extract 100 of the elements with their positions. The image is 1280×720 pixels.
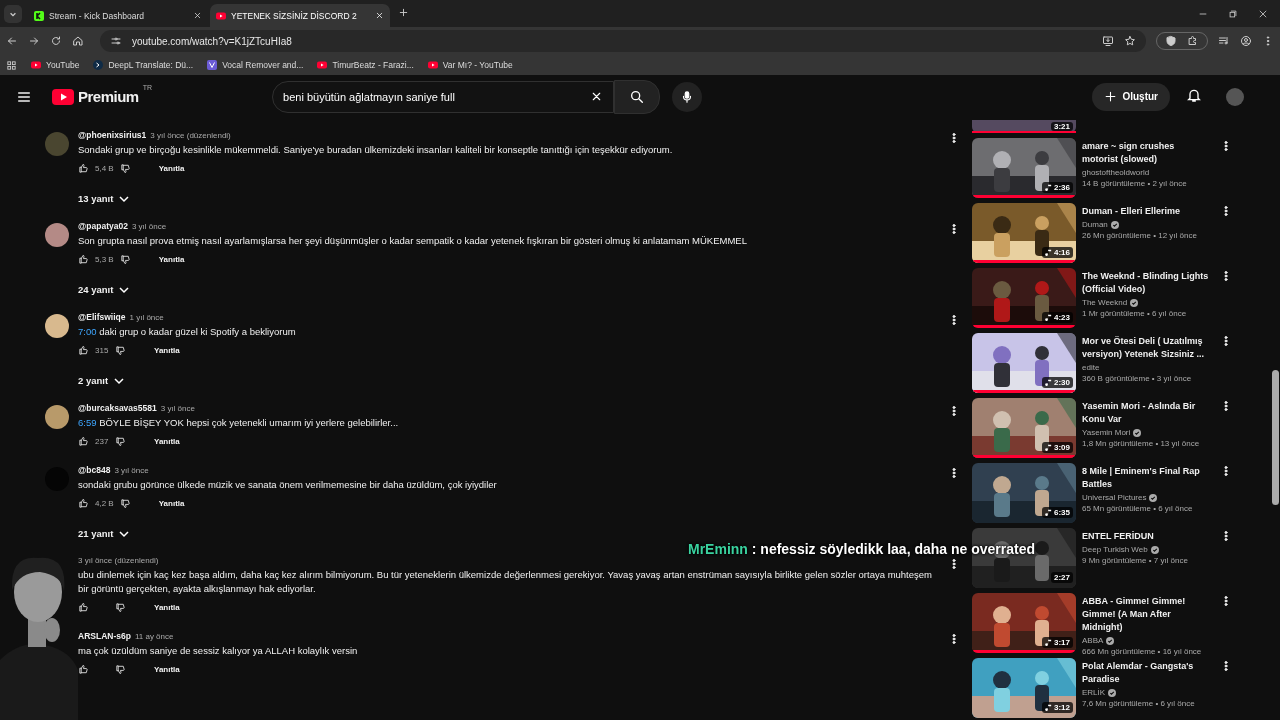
back-icon[interactable] <box>6 35 18 47</box>
like-count: 315 <box>95 346 109 355</box>
search-button[interactable] <box>614 79 661 114</box>
voice-search-button[interactable] <box>672 81 703 112</box>
replies-toggle[interactable]: 24 yanıt <box>78 284 130 295</box>
channel-name[interactable]: Universal Pictures <box>1082 493 1147 502</box>
close-icon[interactable] <box>1258 9 1268 19</box>
profile-icon[interactable] <box>1240 35 1252 47</box>
search-icon[interactable] <box>629 88 646 105</box>
like-icon[interactable] <box>78 436 89 447</box>
chevron-icon <box>119 529 130 538</box>
dislike-icon[interactable] <box>115 664 126 675</box>
create-button[interactable]: Oluştur <box>1092 82 1170 111</box>
forward-icon[interactable] <box>28 35 40 47</box>
video-title[interactable]: ABBA - Gimme! Gimme! Gimme! (A Man After Midnight) <box>1082 595 1212 634</box>
comment-author[interactable]: ARSLAN-s6p <box>78 631 131 641</box>
reload-icon[interactable] <box>50 35 62 47</box>
reply-button[interactable]: Yanıtla <box>150 435 184 448</box>
dislike-icon[interactable] <box>115 602 126 613</box>
shield-icon[interactable] <box>1165 35 1177 47</box>
video-title[interactable]: Duman - Elleri Ellerime <box>1082 205 1212 218</box>
channel-name[interactable]: Duman <box>1082 220 1108 229</box>
puzzle-icon[interactable] <box>1187 35 1199 47</box>
video-title[interactable]: Polat Alemdar - Gangsta's Paradise <box>1082 660 1212 686</box>
comment-author[interactable]: @burcaksavas5581 <box>78 403 157 413</box>
video-thumbnail[interactable]: 3:21 <box>972 120 1076 133</box>
comment-time[interactable]: 3 yıl önce <box>114 466 149 475</box>
comment-author[interactable]: @Elifswiiqe <box>78 312 126 322</box>
video-title[interactable]: Yasemin Mori - Aslında Bir Konu Var <box>1082 400 1212 426</box>
apps-icon[interactable] <box>6 59 17 71</box>
replies-toggle[interactable]: 2 yanıt <box>78 375 125 386</box>
comment-author[interactable]: @bc848 <box>78 465 111 475</box>
site-settings-icon[interactable] <box>110 35 122 47</box>
channel-name[interactable]: edite <box>1082 363 1100 372</box>
install-icon[interactable] <box>1102 35 1114 47</box>
video-title[interactable]: amare ~ sign crushes motorist (slowed) <box>1082 140 1212 166</box>
channel-name[interactable]: ABBA <box>1082 636 1104 645</box>
dislike-icon[interactable] <box>115 436 126 447</box>
browser-tab[interactable]: Stream - Kick Dashboard <box>28 4 208 27</box>
play-logo-icon[interactable] <box>52 88 74 105</box>
like-icon[interactable] <box>78 345 89 356</box>
avatar[interactable] <box>45 314 69 338</box>
address-bar[interactable]: youtube.com/watch?v=K1jZTcuHIa8 <box>100 30 1146 52</box>
bookmark[interactable]: TimurBeatz - Farazi... <box>317 60 414 70</box>
comment-time[interactable]: 3 yıl önce (düzenlendi) <box>78 556 159 565</box>
search-field[interactable]: beni büyütün ağlatmayın saniye full <box>272 80 615 113</box>
dislike-icon[interactable] <box>119 254 131 265</box>
logo-text[interactable]: Premium <box>78 88 139 105</box>
comment-time[interactable]: 1 yıl önce <box>129 313 164 322</box>
like-icon[interactable] <box>78 498 89 509</box>
reply-button[interactable]: Yanıtla <box>150 601 184 614</box>
comment-time[interactable]: 3 yıl önce <box>160 404 195 413</box>
like-icon[interactable] <box>78 163 89 174</box>
avatar[interactable] <box>45 405 69 429</box>
plus-icon[interactable] <box>398 7 409 18</box>
comment-time[interactable]: 11 ay önce <box>134 632 174 641</box>
video-title[interactable]: The Weeknd - Blinding Lights (Official Video) <box>1082 270 1212 296</box>
comment-time[interactable]: 3 yıl önce <box>131 222 167 231</box>
channel-name[interactable]: ERLİK <box>1082 688 1106 697</box>
channel-name[interactable]: Deep Turkish Web <box>1082 545 1148 554</box>
playlist-icon[interactable] <box>1218 35 1230 47</box>
dislike-icon[interactable] <box>119 163 131 174</box>
dislike-icon[interactable] <box>115 345 126 356</box>
comment-author[interactable]: @papatya02 <box>78 221 128 231</box>
reply-button[interactable]: Yanıtla <box>154 253 189 266</box>
like-icon[interactable] <box>78 664 89 675</box>
video-title[interactable]: 8 Mile | Eminem's Final Rap Battles <box>1082 465 1212 491</box>
video-title[interactable]: ENTEL FERİDUN <box>1082 530 1212 543</box>
channel-name[interactable]: ghostoftheoldworld <box>1082 168 1150 177</box>
timestamp-link[interactable]: 7:00 <box>78 326 97 337</box>
comment-time[interactable]: 3 yıl önce (düzenlendi) <box>150 131 231 140</box>
like-icon[interactable] <box>78 602 89 613</box>
channel-name[interactable]: The Weeknd <box>1082 298 1128 307</box>
reply-button[interactable]: Yanıtla <box>154 497 189 510</box>
bookmark[interactable]: YouTube <box>31 60 80 70</box>
replies-toggle[interactable]: 13 yanıt <box>78 193 130 204</box>
reply-button[interactable]: Yanıtla <box>150 663 184 676</box>
tab-list-button[interactable] <box>4 5 22 23</box>
avatar[interactable] <box>45 223 69 247</box>
scrollbar-thumb[interactable] <box>1272 370 1279 505</box>
video-meta: 1 Mr görüntüleme • 6 yıl önce <box>1082 309 1188 318</box>
like-icon[interactable] <box>78 254 89 265</box>
replies-toggle[interactable]: 21 yanıt <box>78 528 130 539</box>
browser-tab[interactable]: YETENEK SİZSİNİZ DİSCORD 2 <box>210 4 390 27</box>
bookmark[interactable]: DeepL Translate: Dü... <box>93 60 194 70</box>
video-title[interactable]: Mor ve Ötesi Deli ( Uzatılmış versiyon) Yetenek Sizsiniz ... <box>1082 335 1212 361</box>
restore-icon[interactable] <box>1228 9 1238 19</box>
timestamp-link[interactable]: 6:59 <box>78 417 97 428</box>
channel-name[interactable]: Yasemin Mori <box>1082 428 1131 437</box>
close-icon[interactable] <box>193 11 202 20</box>
plus-icon[interactable] <box>1104 90 1118 103</box>
reply-button[interactable]: Yanıtla <box>150 344 184 357</box>
bookmark[interactable]: Var Mı? - YouTube <box>427 60 513 70</box>
bookmark[interactable]: Vocal Remover and... <box>207 60 304 70</box>
comment-author[interactable]: @phoenixsirius1 <box>78 130 147 140</box>
home-icon[interactable] <box>72 35 84 47</box>
account-avatar[interactable] <box>1226 87 1244 106</box>
star-icon[interactable] <box>1124 35 1136 47</box>
reply-button[interactable]: Yanıtla <box>154 162 189 175</box>
dislike-icon[interactable] <box>119 498 131 509</box>
